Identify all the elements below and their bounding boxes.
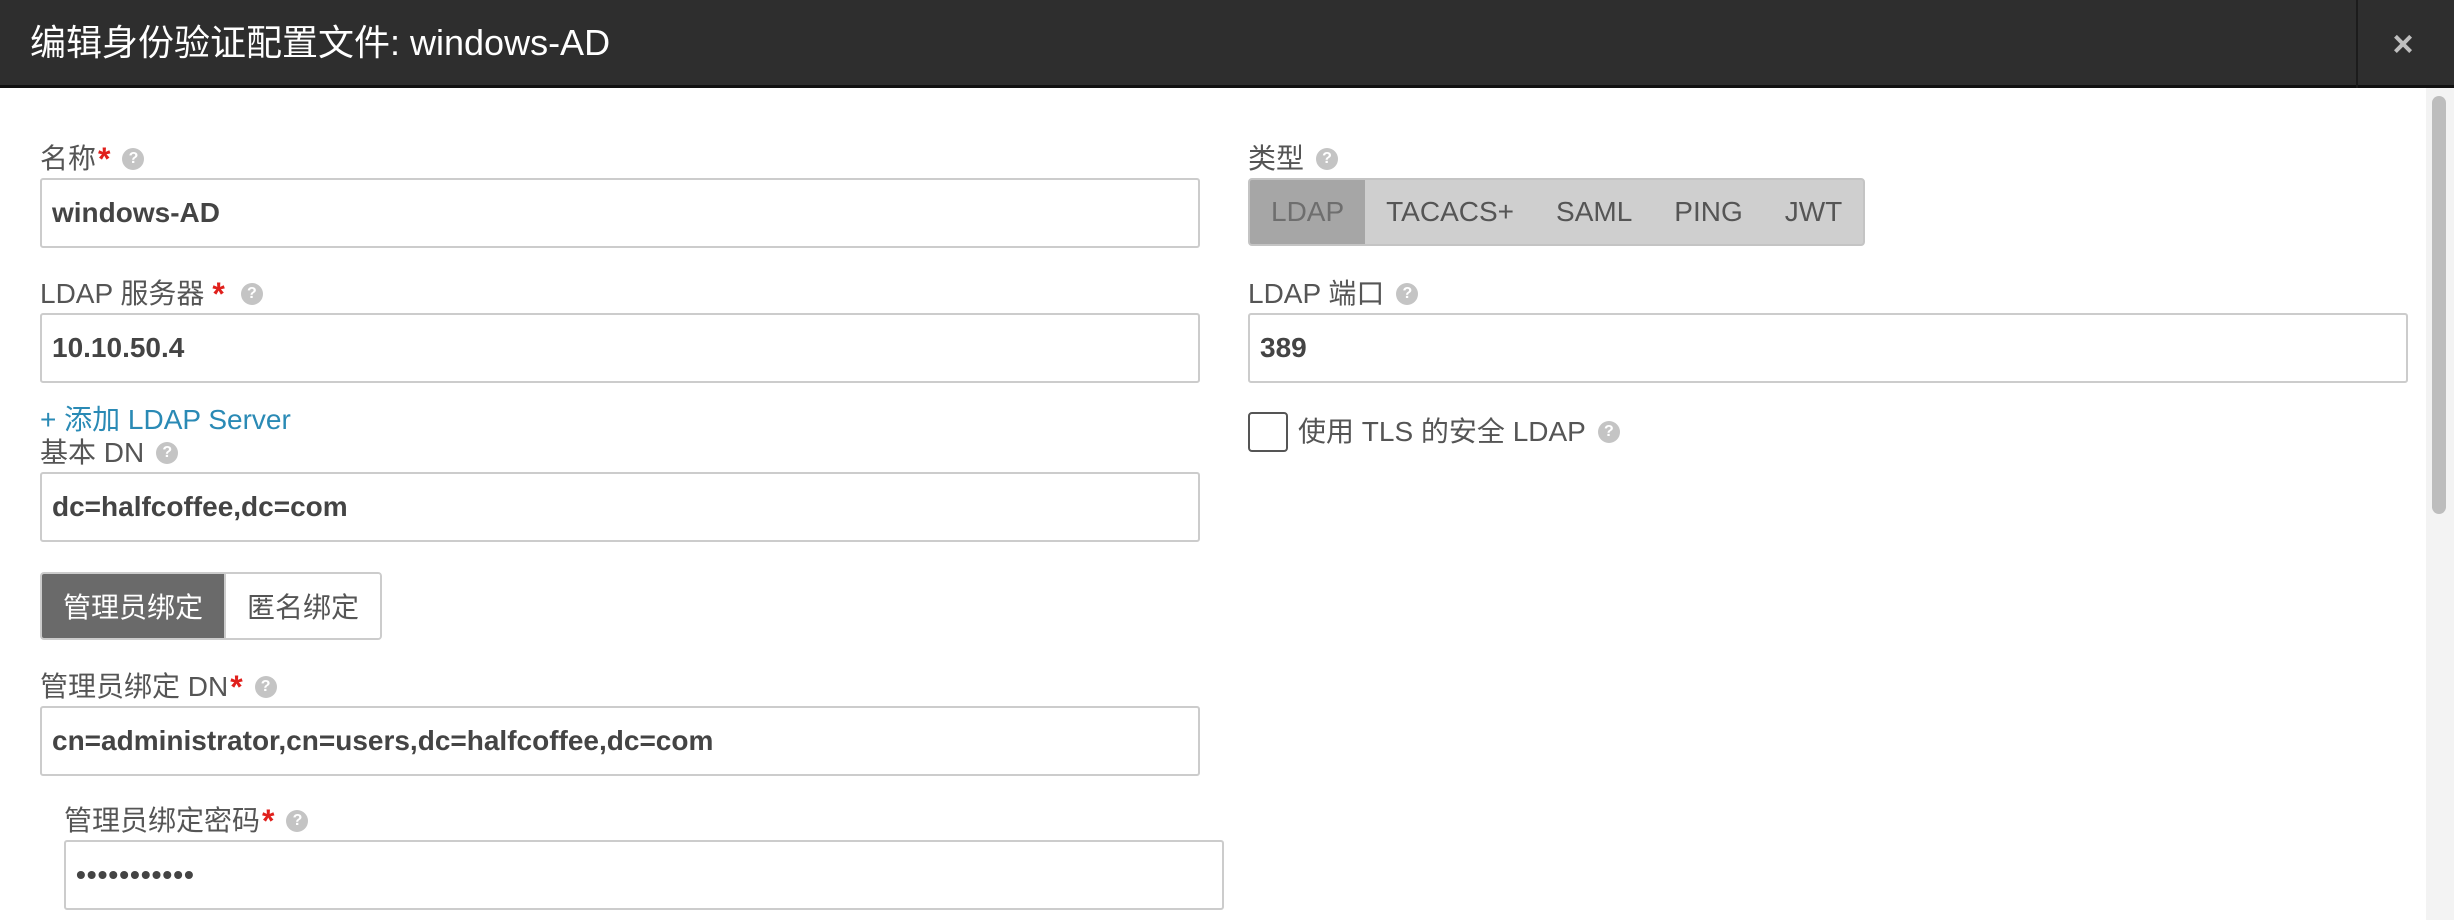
bind-option-anonymous[interactable]: 匿名绑定 bbox=[224, 574, 381, 638]
type-option-saml[interactable]: SAML bbox=[1535, 180, 1653, 244]
ldap-port-input[interactable]: 389 bbox=[1248, 313, 2408, 383]
type-label-text: 类型 bbox=[1248, 143, 1305, 174]
help-icon[interactable]: ? bbox=[286, 810, 309, 832]
help-icon[interactable]: ? bbox=[254, 676, 277, 698]
type-option-tacacs[interactable]: TACACS+ bbox=[1365, 180, 1535, 244]
help-icon[interactable]: ? bbox=[240, 283, 263, 305]
bind-option-admin[interactable]: 管理员绑定 bbox=[42, 574, 225, 638]
required-marker: * bbox=[262, 803, 275, 839]
ldap-port-label: LDAP 端口 ? bbox=[1248, 277, 1419, 311]
help-icon[interactable]: ? bbox=[1597, 421, 1620, 443]
help-icon[interactable]: ? bbox=[1396, 283, 1419, 305]
base-dn-input[interactable]: dc=halfcoffee,dc=com bbox=[40, 472, 1200, 542]
admin-bind-dn-input[interactable]: cn=administrator,cn=users,dc=halfcoffee,… bbox=[40, 706, 1200, 776]
modal-header: 编辑身份验证配置文件: windows-AD × bbox=[0, 0, 2454, 88]
bind-type-selector: 管理员绑定 匿名绑定 bbox=[40, 572, 383, 640]
type-option-ping[interactable]: PING bbox=[1653, 180, 1763, 244]
name-label-text: 名称 bbox=[40, 143, 97, 174]
admin-bind-password-label-text: 管理员绑定密码 bbox=[64, 805, 261, 836]
ldap-port-label-text: LDAP 端口 bbox=[1248, 278, 1385, 309]
type-label: 类型 ? bbox=[1248, 142, 1339, 176]
name-label: 名称 * ? bbox=[40, 141, 145, 177]
modal-title: 编辑身份验证配置文件: windows-AD bbox=[30, 22, 611, 63]
help-icon[interactable]: ? bbox=[156, 442, 179, 464]
required-marker: * bbox=[230, 669, 243, 705]
admin-bind-dn-label: 管理员绑定 DN * ? bbox=[40, 670, 277, 704]
tls-label-text: 使用 TLS 的安全 LDAP bbox=[1298, 416, 1586, 447]
admin-bind-dn-label-text: 管理员绑定 DN bbox=[40, 671, 229, 702]
type-option-ldap[interactable]: LDAP bbox=[1250, 180, 1366, 244]
ldap-server-label: LDAP 服务器 * ? bbox=[40, 277, 263, 311]
required-marker: * bbox=[212, 276, 225, 312]
admin-bind-password-input[interactable]: ••••••••••• bbox=[64, 840, 1224, 910]
scrollbar-thumb[interactable] bbox=[2432, 96, 2446, 514]
ldap-server-input[interactable]: 10.10.50.4 bbox=[40, 313, 1200, 383]
add-ldap-server-link[interactable]: + 添加 LDAP Server bbox=[40, 403, 291, 437]
required-marker: * bbox=[98, 141, 111, 177]
base-dn-label: 基本 DN ? bbox=[40, 436, 179, 470]
tls-checkbox[interactable] bbox=[1248, 412, 1288, 452]
help-icon[interactable]: ? bbox=[1316, 148, 1339, 170]
close-button[interactable]: × bbox=[2358, 0, 2448, 88]
help-icon[interactable]: ? bbox=[122, 148, 145, 170]
base-dn-label-text: 基本 DN bbox=[40, 437, 145, 468]
type-option-jwt[interactable]: JWT bbox=[1764, 180, 1864, 244]
tls-label: 使用 TLS 的安全 LDAP ? bbox=[1298, 415, 1620, 449]
type-selector: LDAP TACACS+ SAML PING JWT bbox=[1248, 178, 1866, 246]
name-input[interactable]: windows-AD bbox=[40, 178, 1200, 248]
scrollbar[interactable] bbox=[2426, 88, 2454, 920]
ldap-server-label-text: LDAP 服务器 bbox=[40, 278, 205, 309]
admin-bind-password-label: 管理员绑定密码 * ? bbox=[64, 803, 309, 839]
